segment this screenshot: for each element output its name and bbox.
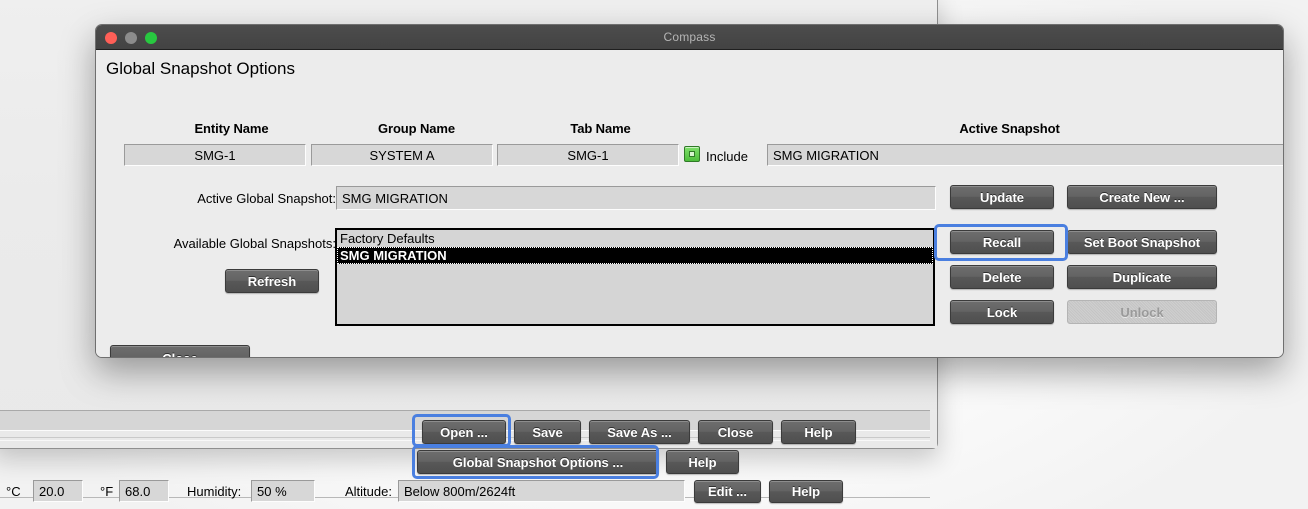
screen-root: Open ... Save Save As ... Close Help Glo… [0,0,1308,509]
window-title: Compass [663,30,716,44]
active-snapshot-field[interactable]: SMG MIGRATION [767,144,1283,166]
fahrenheit-label: °F [100,484,114,499]
humidity-field[interactable]: 50 % [251,480,315,502]
recall-button[interactable]: Recall [950,230,1054,254]
include-label: Include [706,149,748,164]
delete-button[interactable]: Delete [950,265,1054,289]
refresh-button[interactable]: Refresh [225,269,319,293]
open-button[interactable]: Open ... [422,420,506,444]
humidity-label: Humidity: [187,484,242,499]
celsius-label: °C [6,484,21,499]
group-name-field[interactable]: SYSTEM A [311,144,493,166]
active-snapshot-header: Active Snapshot [959,121,1060,136]
fahrenheit-field[interactable]: 68.0 [119,480,169,502]
tab-name-header: Tab Name [570,121,631,136]
dialog-titlebar[interactable]: Compass [96,25,1283,50]
entity-name-header: Entity Name [194,121,269,136]
available-global-snapshots-listbox[interactable]: Factory Defaults SMG MIGRATION [335,228,935,326]
duplicate-button[interactable]: Duplicate [1067,265,1217,289]
active-global-snapshot-label: Active Global Snapshot: [197,191,336,206]
lock-button[interactable]: Lock [950,300,1054,324]
celsius-field[interactable]: 20.0 [33,480,83,502]
dialog-close-button[interactable]: Close [110,345,250,357]
help-button-row1[interactable]: Help [781,420,856,444]
include-checkbox[interactable] [684,146,700,162]
altitude-label: Altitude: [345,484,392,499]
unlock-button: Unlock [1067,300,1217,324]
update-button[interactable]: Update [950,185,1054,209]
active-global-snapshot-field[interactable]: SMG MIGRATION [336,186,936,210]
available-global-snapshots-label: Available Global Snapshots: [173,236,336,251]
help-button-row2[interactable]: Help [666,450,739,474]
save-button[interactable]: Save [514,420,581,444]
save-as-button[interactable]: Save As ... [589,420,690,444]
entity-name-field[interactable]: SMG-1 [124,144,306,166]
altitude-field[interactable]: Below 800m/2624ft [398,480,685,502]
set-boot-snapshot-button[interactable]: Set Boot Snapshot [1067,230,1217,254]
page-title: Global Snapshot Options [106,59,296,78]
close-button-toolbar[interactable]: Close [698,420,773,444]
group-name-header: Group Name [377,121,455,136]
global-snapshot-options-dialog: Compass Global Snapshot Options Entity N… [95,24,1284,358]
help-button-status[interactable]: Help [769,480,843,503]
list-item[interactable]: Factory Defaults [337,230,933,247]
dialog-body: Global Snapshot Options Entity Name Grou… [96,50,1283,357]
global-snapshot-options-button[interactable]: Global Snapshot Options ... [417,450,659,474]
list-item[interactable]: SMG MIGRATION [337,247,933,264]
include-checked-icon [684,146,700,162]
edit-button[interactable]: Edit ... [694,480,761,503]
create-new-button[interactable]: Create New ... [1067,185,1217,209]
tab-name-field[interactable]: SMG-1 [497,144,679,166]
